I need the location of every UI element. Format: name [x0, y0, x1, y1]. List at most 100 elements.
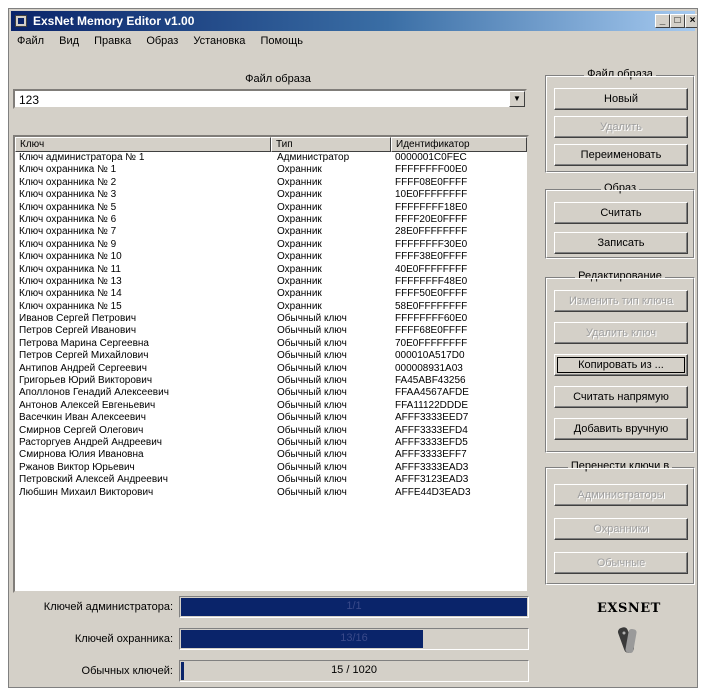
table-row[interactable]: Антипов Андрей Сергеевич Обычный ключ 0000…: [15, 363, 527, 375]
key-cell: Ключ охранника № 7: [19, 226, 117, 238]
title-bar[interactable]: ExsNet Memory Editor v1.00 _ □ ×: [11, 11, 697, 31]
maximize-icon[interactable]: □: [670, 14, 685, 28]
table-row[interactable]: Ключ охранника № 6 Охранник FFFF20E0FFFF: [15, 214, 527, 226]
key-cell: Ключ охранника № 3: [19, 189, 117, 201]
id-cell: 10E0FFFFFFFF: [395, 189, 468, 201]
move-regular-button[interactable]: Обычные: [554, 552, 688, 574]
move-group: Перенести ключи в Администраторы Охранни…: [545, 460, 695, 585]
key-cell: Ключ администратора № 1: [19, 152, 145, 163]
menu-view[interactable]: Вид: [53, 33, 85, 47]
id-cell: AFFF3333EFD4: [395, 424, 468, 436]
key-cell: Ключ охранника № 2: [19, 176, 117, 188]
regular-keys-bar: 15 / 1020: [179, 660, 529, 682]
table-row[interactable]: Ключ охранника № 7 Охранник 28E0FFFFFFFF: [15, 226, 527, 238]
id-cell: FFAA4567AFDE: [395, 387, 469, 399]
add-manual-button[interactable]: Добавить вручную: [554, 418, 688, 440]
table-row[interactable]: Ключ охранника № 13 Охранник FFFFFFFF48E0: [15, 276, 527, 288]
id-cell: 40E0FFFFFFFF: [395, 263, 468, 275]
read-direct-button[interactable]: Считать напрямую: [554, 386, 688, 408]
table-row[interactable]: Смирнова Юлия Ивановна Обычный ключ AFFF33…: [15, 449, 527, 461]
delete-key-button[interactable]: Удалить ключ: [554, 322, 688, 344]
move-guards-button[interactable]: Охранники: [554, 518, 688, 540]
rename-button[interactable]: Переименовать: [554, 144, 688, 166]
table-row[interactable]: Расторгуев Андрей Андреевич Обычный ключ A…: [15, 437, 527, 449]
type-cell: Обычный ключ: [277, 424, 347, 436]
dropdown-arrow-icon[interactable]: ▼: [509, 91, 525, 107]
regular-keys-count: 15 / 1020: [331, 664, 377, 676]
id-cell: 58E0FFFFFFFF: [395, 300, 468, 312]
key-cell: Ключ охранника № 13: [19, 275, 122, 287]
table-row[interactable]: Петров Сергей Михайлович Обычный ключ 0000…: [15, 350, 527, 362]
menu-edit[interactable]: Правка: [88, 33, 137, 47]
table-row[interactable]: Ключ охранника № 3 Охранник 10E0FFFFFFFF: [15, 189, 527, 201]
column-key[interactable]: Ключ: [15, 137, 271, 152]
menu-image[interactable]: Образ: [140, 33, 184, 47]
table-row[interactable]: Антонов Алексей Евгеньевич Обычный ключ FF…: [15, 400, 527, 412]
image-file-select[interactable]: 123 ▼: [13, 89, 527, 109]
table-row[interactable]: Ключ охранника № 11 Охранник 40E0FFFFFFFF: [15, 264, 527, 276]
close-icon[interactable]: ×: [685, 14, 697, 28]
menu-help[interactable]: Помощь: [254, 33, 309, 47]
key-cell: Смирнов Сергей Олегович: [19, 424, 144, 436]
app-window: ExsNet Memory Editor v1.00 _ □ × Файл Ви…: [8, 8, 698, 688]
type-cell: Охранник: [277, 226, 322, 238]
new-button[interactable]: Новый: [554, 88, 688, 110]
type-cell: Охранник: [277, 275, 322, 287]
table-row[interactable]: Васечкин Иван Алексеевич Обычный ключ AFFF…: [15, 412, 527, 424]
id-cell: AFFF3333EFD5: [395, 436, 468, 448]
type-cell: Обычный ключ: [277, 387, 347, 399]
edit-group: Редактирование Изменить тип ключа Удалит…: [545, 270, 695, 453]
table-row[interactable]: Петров Сергей Иванович Обычный ключ FFFF68…: [15, 325, 527, 337]
menu-settings[interactable]: Установка: [187, 33, 251, 47]
column-id[interactable]: Идентификатор: [391, 137, 527, 152]
key-cell: Смирнова Юлия Ивановна: [19, 449, 144, 461]
table-row[interactable]: Петрова Марина Сергеевна Обычный ключ 70E0…: [15, 338, 527, 350]
table-row[interactable]: Ключ охранника № 2 Охранник FFFF08E0FFFF: [15, 177, 527, 189]
key-cell: Петров Сергей Иванович: [19, 325, 137, 337]
table-row[interactable]: Ключ охранника № 5 Охранник FFFFFFFF18E0: [15, 202, 527, 214]
key-cell: Ключ охранника № 11: [19, 263, 121, 275]
keys-table[interactable]: Ключ Тип Идентификатор Ключ администрато…: [13, 135, 529, 593]
table-row[interactable]: Григорьев Юрий Викторович Обычный ключ FA4…: [15, 375, 527, 387]
table-row[interactable]: Ключ охранника № 9 Охранник FFFFFFFF30E0: [15, 239, 527, 251]
table-row[interactable]: Иванов Сергей Петрович Обычный ключ FFFFFF…: [15, 313, 527, 325]
type-cell: Охранник: [277, 300, 322, 312]
table-row[interactable]: Ржанов Виктор Юрьевич Обычный ключ AFFF333…: [15, 462, 527, 474]
type-cell: Обычный ключ: [277, 350, 347, 362]
exsnet-logo: EXSNET: [597, 601, 660, 663]
file-group: Файл образа Новый Удалить Переименовать: [545, 68, 695, 173]
menu-file[interactable]: Файл: [11, 33, 50, 47]
column-type[interactable]: Тип: [271, 137, 391, 152]
table-row[interactable]: Аполлонов Генадий Алексеевич Обычный ключ…: [15, 387, 527, 399]
table-row[interactable]: Любшин Михаил Викторович Обычный ключ AFFE…: [15, 487, 527, 499]
delete-button[interactable]: Удалить: [554, 116, 688, 138]
table-row[interactable]: Ключ администратора № 1 Администратор 0000…: [15, 152, 527, 164]
change-type-button[interactable]: Изменить тип ключа: [554, 290, 688, 312]
minimize-icon[interactable]: _: [655, 14, 670, 28]
table-row[interactable]: Ключ охранника № 1 Охранник FFFFFFFF00E0: [15, 164, 527, 176]
copy-from-button[interactable]: Копировать из ...: [554, 354, 688, 376]
image-file-label: Файл образа: [245, 73, 311, 85]
type-cell: Обычный ключ: [277, 399, 347, 411]
id-cell: AFFF3333EED7: [395, 412, 469, 424]
file-group-title: Файл образа: [584, 68, 656, 80]
table-row[interactable]: Ключ охранника № 15 Охранник 58E0FFFFFFFF: [15, 301, 527, 313]
type-cell: Обычный ключ: [277, 474, 347, 486]
move-admins-button[interactable]: Администраторы: [554, 484, 688, 506]
id-cell: FFA11122DDDE: [395, 399, 468, 411]
type-cell: Обычный ключ: [277, 325, 347, 337]
id-cell: FFFF68E0FFFF: [395, 325, 468, 337]
write-button[interactable]: Записать: [554, 232, 688, 254]
id-cell: FFFFFFFF60E0: [395, 313, 468, 325]
read-button[interactable]: Считать: [554, 202, 688, 224]
key-cell: Ключ охранника № 14: [19, 288, 122, 300]
table-row[interactable]: Ключ охранника № 10 Охранник FFFF38E0FFFF: [15, 251, 527, 263]
id-cell: FFFF08E0FFFF: [395, 176, 468, 188]
key-cell: Григорьев Юрий Викторович: [19, 375, 153, 387]
table-row[interactable]: Петровский Алексей Андреевич Обычный ключ…: [15, 474, 527, 486]
app-icon: [15, 15, 27, 27]
table-row[interactable]: Ключ охранника № 14 Охранник FFFF50E0FFFF: [15, 288, 527, 300]
window-title: ExsNet Memory Editor v1.00: [33, 14, 195, 28]
table-row[interactable]: Смирнов Сергей Олегович Обычный ключ AFFF3…: [15, 425, 527, 437]
type-cell: Обычный ключ: [277, 486, 347, 498]
